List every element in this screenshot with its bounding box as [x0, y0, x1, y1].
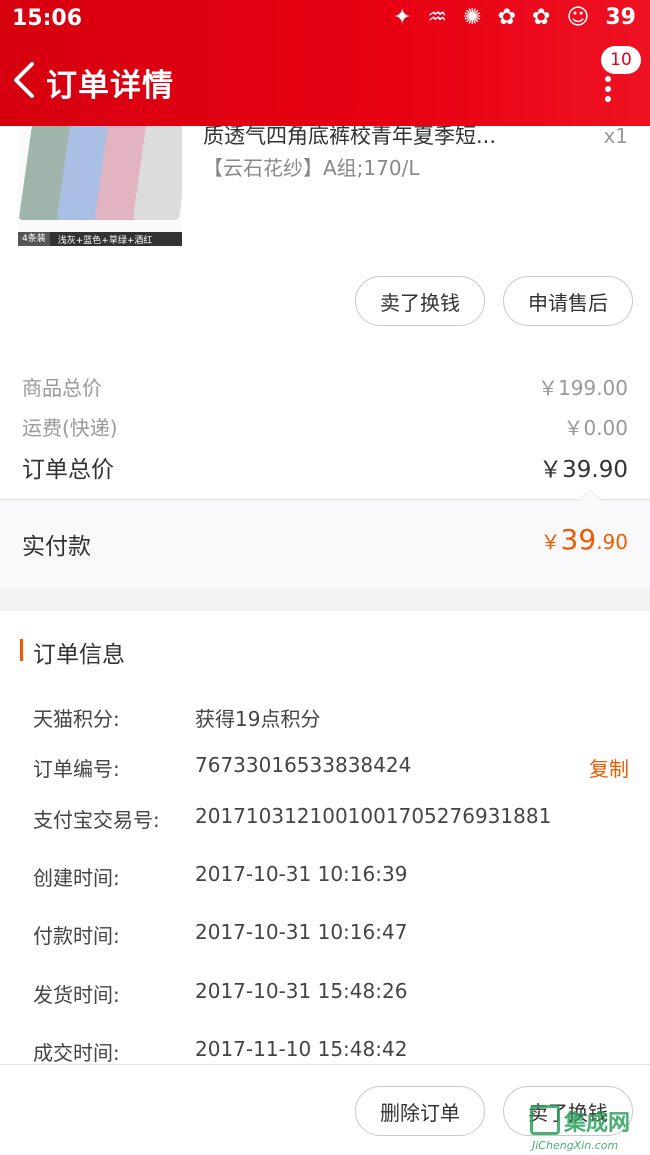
copy-button[interactable]: 复制 [589, 753, 629, 782]
status-icons: ✦ ♒ ✺ ✿ ✿ ☺ 39 [393, 5, 636, 30]
section-accent-bar [20, 639, 23, 661]
product-thumbnail[interactable]: 4条装 浅灰+蓝色+草绿+酒红 [18, 126, 182, 246]
order-info-section: 订单信息 天猫积分: 获得19点积分 订单编号: 767330165338384… [0, 611, 650, 1065]
watermark-logo-icon [530, 1105, 560, 1135]
price-summary: 商品总价 ￥199.00 运费(快递) ￥0.00 订单总价 ￥39.90 [0, 350, 650, 500]
battery-level: 39 [605, 5, 636, 30]
delete-order-button[interactable]: 删除订单 [355, 1086, 485, 1136]
fish-icon: ♒ [427, 5, 448, 30]
product-card[interactable]: 4条装 浅灰+蓝色+草绿+酒红 质透气四角底裤校青年夏季短... 【云石花纱】A… [0, 124, 650, 350]
sell-for-cash-button[interactable]: 卖了换钱 [355, 276, 485, 326]
sparkle-icon: ✦ [392, 5, 412, 30]
pointer-arrow [578, 489, 602, 501]
section-title: 订单信息 [33, 642, 125, 668]
swirl-icon: ✺ [463, 5, 482, 30]
thumbnail-caption: 4条装 浅灰+蓝色+草绿+酒红 [18, 232, 182, 246]
product-sku: 【云石花纱】A组;170/L [203, 156, 420, 180]
message-badge[interactable]: 10 [601, 46, 641, 74]
nav-bar: 订单详情 10 [0, 46, 650, 118]
paid-label: 实付款 [22, 534, 91, 560]
product-quantity: x1 [603, 124, 628, 148]
cat-icon: ☺ [566, 5, 590, 30]
bottom-action-bar: 删除订单 卖了换钱 集成网 JiChengXin.com [0, 1064, 650, 1155]
after-sale-button[interactable]: 申请售后 [503, 276, 633, 326]
paw-icon: ✿ [497, 5, 516, 30]
more-menu-icon[interactable] [604, 76, 612, 102]
site-watermark: 集成网 JiChengXin.com [530, 1105, 642, 1155]
status-bar: 15:06 ✦ ♒ ✺ ✿ ✿ ☺ 39 [0, 0, 650, 40]
back-arrow-icon[interactable] [10, 60, 38, 100]
status-time: 15:06 [12, 6, 83, 31]
app-header: 15:06 ✦ ♒ ✺ ✿ ✿ ☺ 39 订单详情 10 [0, 0, 650, 126]
paw-icon: ✿ [532, 5, 551, 30]
page-title: 订单详情 [46, 68, 174, 104]
paid-amount: ￥39.90 [540, 523, 628, 556]
actual-payment: 实付款 ￥39.90 [0, 489, 650, 589]
